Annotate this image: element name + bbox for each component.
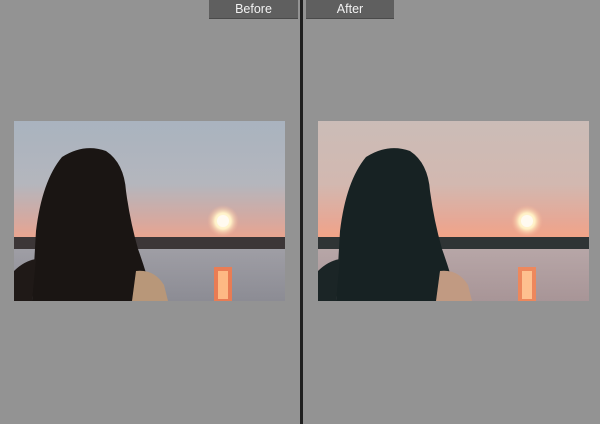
before-photo-image: [14, 121, 285, 301]
before-pane: Before: [0, 0, 300, 424]
before-label: Before: [209, 0, 298, 19]
after-photo-image: [318, 121, 589, 301]
before-after-viewer: Before After: [0, 0, 600, 424]
before-photo: [14, 121, 285, 301]
after-pane: After: [303, 0, 600, 424]
after-label: After: [306, 0, 394, 19]
after-photo: [318, 121, 589, 301]
